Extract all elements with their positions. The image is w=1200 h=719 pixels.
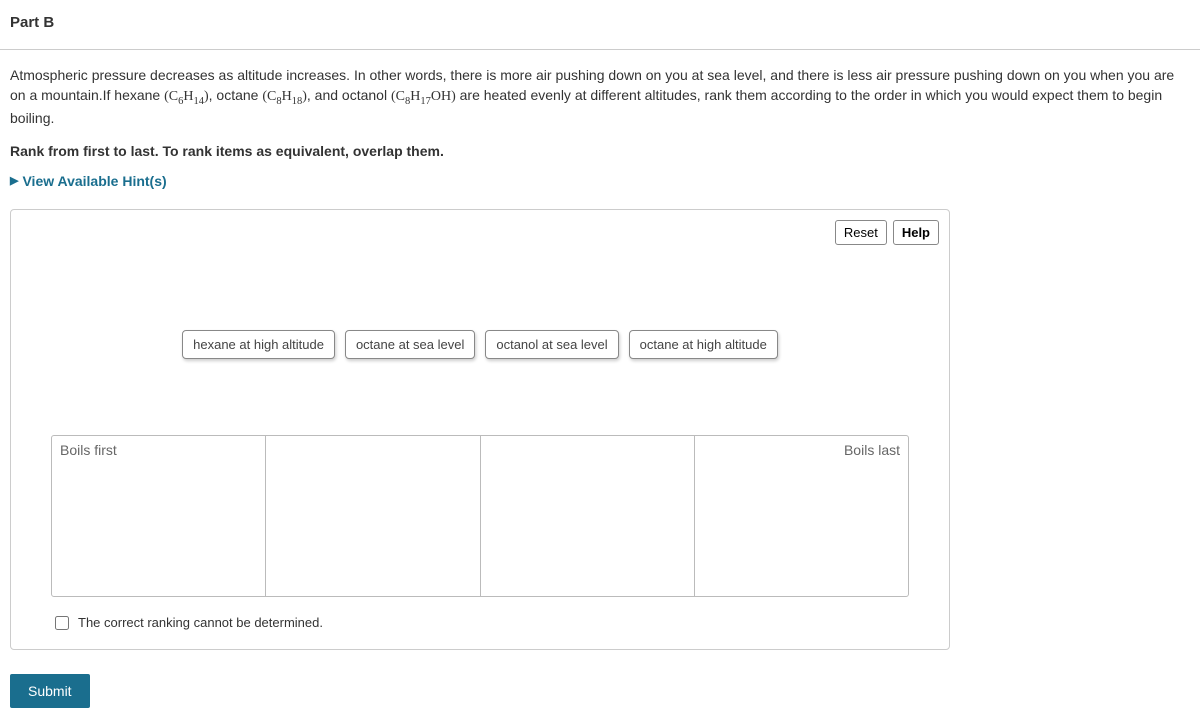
reset-button[interactable]: Reset (835, 220, 887, 245)
rank-item-octane-sea-level[interactable]: octane at sea level (345, 330, 475, 359)
cannot-determine-row: The correct ranking cannot be determined… (21, 607, 939, 639)
submit-button[interactable]: Submit (10, 674, 90, 708)
submit-row: Submit (0, 656, 1200, 718)
bin-2[interactable] (266, 436, 480, 596)
formula-octanol: (C8H17OH) (391, 89, 456, 104)
bin-1[interactable] (52, 436, 266, 596)
controls-row: Reset Help (21, 220, 939, 255)
bin-label-first: Boils first (60, 442, 117, 458)
ranking-workspace: Reset Help hexane at high altitude octan… (10, 209, 950, 650)
question-text: Atmospheric pressure decreases as altitu… (0, 50, 1200, 133)
triangle-right-icon: ▶ (10, 174, 18, 187)
question-text-part-c: , and octanol (307, 87, 391, 103)
formula-hexane: (C6H14) (164, 89, 209, 104)
bin-label-last: Boils last (844, 442, 900, 458)
part-header: Part B (0, 0, 1200, 50)
rank-item-octanol-sea-level[interactable]: octanol at sea level (485, 330, 618, 359)
cannot-determine-label: The correct ranking cannot be determined… (78, 615, 323, 630)
ranking-bins[interactable]: Boils first Boils last (51, 435, 909, 597)
hints-label: View Available Hint(s) (22, 173, 166, 189)
items-stage: hexane at high altitude octane at sea le… (21, 255, 939, 435)
bin-3[interactable] (481, 436, 695, 596)
formula-octane: (C8H18) (262, 89, 307, 104)
cannot-determine-checkbox[interactable] (55, 616, 69, 630)
hints-toggle[interactable]: ▶ View Available Hint(s) (0, 167, 1200, 203)
rank-item-octane-high-altitude[interactable]: octane at high altitude (629, 330, 778, 359)
question-text-part-b: , octane (209, 87, 263, 103)
rank-instruction: Rank from first to last. To rank items a… (0, 133, 1200, 167)
help-button[interactable]: Help (893, 220, 939, 245)
bin-4[interactable] (695, 436, 908, 596)
rank-item-hexane-high-altitude[interactable]: hexane at high altitude (182, 330, 335, 359)
